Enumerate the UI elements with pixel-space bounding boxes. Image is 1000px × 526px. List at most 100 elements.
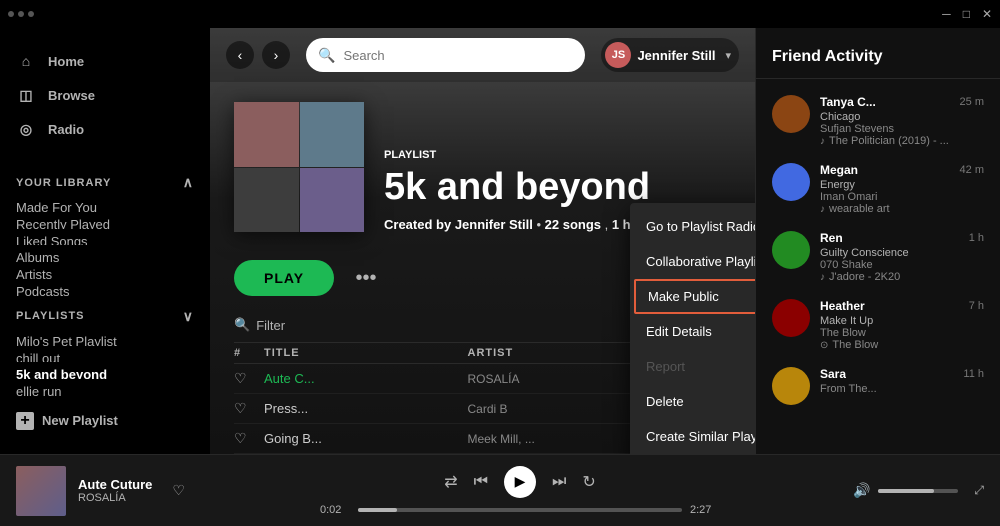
- prev-button[interactable]: ⏮: [474, 473, 488, 491]
- new-playlist-button[interactable]: + New Playlist: [0, 404, 210, 438]
- title-dot-1: [8, 11, 14, 17]
- menu-item-create-similar[interactable]: Create Similar Playlist: [630, 419, 755, 454]
- friend-artist-sara: From The...: [820, 383, 984, 395]
- like-icon-0[interactable]: ♡: [234, 370, 264, 387]
- top-bar: ‹ › 🔍 JS Jennifer Still ▾: [210, 28, 755, 82]
- volume-fill: [878, 489, 934, 493]
- volume-area: 🔊 ⤢: [804, 482, 984, 499]
- friend-name-row-megan: Megan 42 m: [820, 163, 984, 177]
- sidebar-item-made-for-you[interactable]: Made For You: [0, 195, 210, 212]
- sidebar-playlist-ellie-run[interactable]: ellie run: [0, 379, 210, 396]
- sidebar: ⌂ Home ◫ Browse ◎ Radio YOUR LIBRARY ∧ M…: [0, 28, 210, 454]
- friend-name-row-heather: Heather 7 h: [820, 299, 984, 313]
- friend-time-ren: 1 h: [969, 232, 984, 244]
- friend-artist-megan: Iman Omari: [820, 191, 984, 203]
- minimize-button[interactable]: ─: [942, 7, 951, 21]
- friend-activity-title: Friend Activity: [772, 48, 883, 65]
- back-button[interactable]: ‹: [226, 41, 254, 69]
- menu-item-radio[interactable]: Go to Playlist Radio: [630, 209, 755, 244]
- search-input[interactable]: [343, 48, 573, 63]
- music-note-icon-2: ♪: [820, 204, 825, 215]
- friend-name-heather: Heather: [820, 299, 865, 313]
- sidebar-item-browse[interactable]: ◫ Browse: [16, 78, 194, 112]
- menu-item-collaborative[interactable]: Collaborative Playlist: [630, 244, 755, 279]
- sidebar-playlist-5k-beyond[interactable]: 5k and beyond: [0, 362, 210, 379]
- friend-playing-text-tanya: The Politician (2019) - ...: [829, 135, 949, 147]
- volume-icon: 🔊: [853, 482, 870, 499]
- search-bar[interactable]: 🔍: [306, 38, 585, 72]
- sidebar-playlist-milos-pet[interactable]: Milo's Pet Playlist: [0, 329, 210, 346]
- friend-info-heather: Heather 7 h Make It Up The Blow ⊙ The Bl…: [820, 299, 984, 351]
- search-icon: 🔍: [318, 47, 335, 64]
- friend-playing-text-heather: The Blow: [832, 339, 878, 351]
- friend-item-ren[interactable]: Ren 1 h Guilty Conscience 070 Shake ♪ J'…: [756, 223, 1000, 291]
- sidebar-label-home: Home: [48, 54, 84, 69]
- friend-playing-tanya: ♪ The Politician (2019) - ...: [820, 135, 984, 147]
- sidebar-playlist-chill-out[interactable]: chill out: [0, 346, 210, 363]
- friend-playing-ren: ♪ J'adore - 2K20: [820, 271, 984, 283]
- expand-icon[interactable]: ⤢: [974, 483, 984, 498]
- filter-input[interactable]: 🔍 Filter: [234, 317, 285, 333]
- more-options-button[interactable]: •••: [350, 262, 382, 294]
- sidebar-item-podcasts[interactable]: Podcasts: [0, 279, 210, 296]
- sidebar-item-radio[interactable]: ◎ Radio: [16, 112, 194, 146]
- sidebar-label-radio: Radio: [48, 122, 84, 137]
- like-icon-2[interactable]: ♡: [234, 430, 264, 447]
- friend-item-megan[interactable]: Megan 42 m Energy Iman Omari ♪ wearable …: [756, 155, 1000, 223]
- friend-song-tanya: Chicago: [820, 111, 984, 123]
- play-pause-button[interactable]: ▶: [504, 466, 536, 498]
- sidebar-item-home[interactable]: ⌂ Home: [16, 44, 194, 78]
- friend-avatar-ren: [772, 231, 810, 269]
- sidebar-item-recently-played[interactable]: Recently Played: [0, 212, 210, 229]
- shuffle-button[interactable]: ⇄: [444, 472, 457, 492]
- sidebar-label-browse: Browse: [48, 88, 95, 103]
- cover-q2: [300, 102, 365, 167]
- menu-item-edit-details[interactable]: Edit Details: [630, 314, 755, 349]
- playback-controls: ⇄ ⏮ ▶ ⏭ ↻ 0:02 2:27: [236, 466, 804, 516]
- friend-avatar-megan: [772, 163, 810, 201]
- like-track-button[interactable]: ♡: [172, 482, 185, 499]
- like-icon-1[interactable]: ♡: [234, 400, 264, 417]
- friend-item-sara[interactable]: Sara 11 h From The...: [756, 359, 1000, 413]
- cover-q4: [300, 168, 365, 233]
- menu-item-delete[interactable]: Delete: [630, 384, 755, 419]
- friend-item-heather[interactable]: Heather 7 h Make It Up The Blow ⊙ The Bl…: [756, 291, 1000, 359]
- music-note-icon-3: ♪: [820, 272, 825, 283]
- title-bar: ─ □ ✕: [0, 0, 1000, 28]
- friend-name-ren: Ren: [820, 231, 843, 245]
- sidebar-item-albums[interactable]: Albums: [0, 245, 210, 262]
- progress-track[interactable]: [358, 508, 682, 512]
- friend-artist-ren: 070 Shake: [820, 259, 984, 271]
- friend-item-tanya[interactable]: Tanya C... 25 m Chicago Sufjan Stevens ♪…: [756, 87, 1000, 155]
- next-button[interactable]: ⏭: [552, 473, 566, 491]
- friend-activity-header: Friend Activity: [756, 28, 1000, 79]
- volume-track[interactable]: [878, 489, 958, 493]
- app-body: ⌂ Home ◫ Browse ◎ Radio YOUR LIBRARY ∧ M…: [0, 28, 1000, 454]
- close-button[interactable]: ✕: [982, 7, 992, 21]
- friend-playing-text-ren: J'adore - 2K20: [829, 271, 900, 283]
- total-time: 2:27: [690, 504, 720, 516]
- sidebar-item-liked-songs[interactable]: Liked Songs: [0, 229, 210, 246]
- playlists-chevron[interactable]: ∨: [183, 308, 194, 325]
- maximize-button[interactable]: □: [963, 7, 970, 21]
- forward-button[interactable]: ›: [262, 41, 290, 69]
- right-sidebar: Friend Activity Tanya C... 25 m Chicago …: [755, 28, 1000, 454]
- title-dot-2: [18, 11, 24, 17]
- radio-icon: ◎: [16, 119, 36, 139]
- sidebar-nav: ⌂ Home ◫ Browse ◎ Radio: [0, 44, 210, 146]
- now-playing-info: Aute Cuture ROSALÍA: [78, 477, 152, 504]
- friend-avatar-sara: [772, 367, 810, 405]
- user-chevron-icon: ▾: [725, 49, 731, 62]
- control-buttons: ⇄ ⏮ ▶ ⏭ ↻: [444, 466, 596, 498]
- music-note-icon: ♪: [820, 136, 825, 147]
- menu-item-make-public[interactable]: Make Public: [634, 279, 755, 314]
- user-name: Jennifer Still: [637, 48, 715, 63]
- user-menu[interactable]: JS Jennifer Still ▾: [601, 38, 739, 72]
- sidebar-item-artists[interactable]: Artists: [0, 262, 210, 279]
- repeat-button[interactable]: ↻: [582, 472, 595, 492]
- friend-artist-heather: The Blow: [820, 327, 984, 339]
- playlist-song-count: 22 songs: [545, 217, 601, 232]
- track-artist: ROSALÍA: [78, 492, 152, 504]
- play-button[interactable]: PLAY: [234, 260, 334, 296]
- library-chevron[interactable]: ∧: [183, 174, 194, 191]
